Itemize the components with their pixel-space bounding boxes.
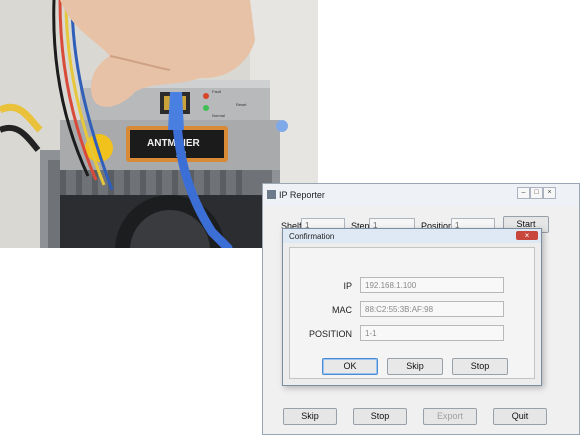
- led-normal-text: Normal: [212, 113, 225, 118]
- dialog-skip-button[interactable]: Skip: [387, 358, 443, 375]
- confirmation-dialog: Confirmation × IP 192.168.1.100 MAC 88:C…: [282, 228, 542, 386]
- mac-label: MAC: [332, 305, 352, 315]
- position-field: 1-1: [360, 325, 504, 341]
- reset-text: Reset: [236, 102, 247, 107]
- app-icon: [267, 190, 276, 199]
- ip-label: IP: [343, 281, 352, 291]
- maximize-icon[interactable]: □: [530, 187, 543, 199]
- ip-field: 192.168.1.100: [360, 277, 504, 293]
- position-label-dialog: POSITION: [308, 329, 352, 339]
- led-fault-text: Fault: [212, 89, 222, 94]
- stop-button[interactable]: Stop: [353, 408, 407, 425]
- export-button[interactable]: Export: [423, 408, 477, 425]
- brand-label: ANTMINER: [147, 138, 201, 149]
- close-icon[interactable]: ×: [516, 231, 538, 240]
- window-title: IP Reporter: [279, 190, 325, 200]
- dialog-title: Confirmation: [289, 232, 335, 241]
- ok-button[interactable]: OK: [322, 358, 378, 375]
- window-close-icon[interactable]: ×: [543, 187, 556, 199]
- dialog-stop-button[interactable]: Stop: [452, 358, 508, 375]
- minimize-icon[interactable]: –: [517, 187, 530, 199]
- ip-reporter-titlebar: IP Reporter – □ ×: [263, 184, 579, 206]
- mac-field: 88:C2:55:3B:AF:98: [360, 301, 504, 317]
- confirmation-body: IP 192.168.1.100 MAC 88:C2:55:3B:AF:98 P…: [289, 247, 535, 379]
- skip-button[interactable]: Skip: [283, 408, 337, 425]
- quit-button[interactable]: Quit: [493, 408, 547, 425]
- confirmation-titlebar: Confirmation ×: [283, 229, 541, 243]
